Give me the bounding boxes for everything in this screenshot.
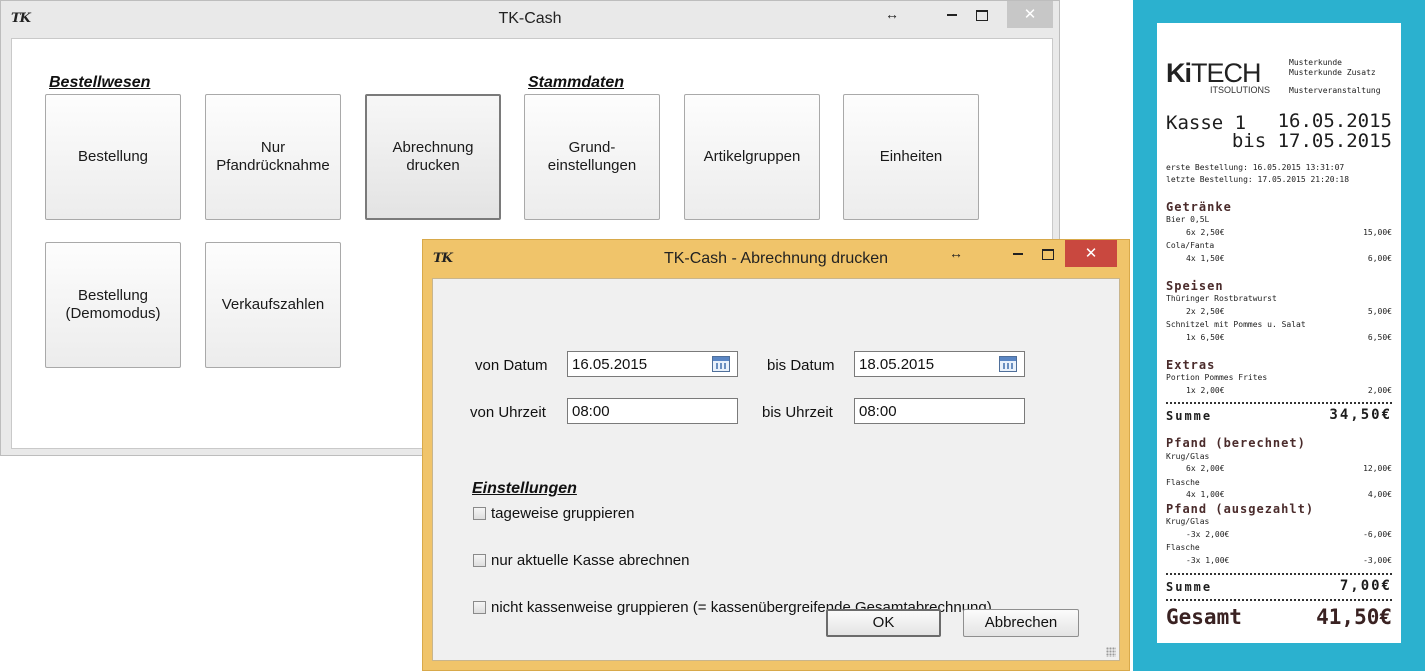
event-line: Musterveranstaltung (1289, 86, 1381, 95)
group-heading: Getränke (1166, 200, 1232, 214)
checkbox-tageweise[interactable]: tageweise gruppieren (473, 505, 634, 522)
sum-label: Summe (1166, 580, 1213, 594)
total-label: Gesamt (1166, 605, 1242, 629)
item-name: Thüringer Rostbratwurst (1166, 294, 1277, 303)
von-uhrzeit-field[interactable] (567, 398, 738, 424)
close-button[interactable]: ✕ (1007, 1, 1053, 28)
ok-button[interactable]: OK (826, 609, 941, 637)
main-titlebar[interactable]: TK TK-Cash ↔ ✕ (1, 1, 1059, 37)
customer-line-1: Musterkunde (1289, 58, 1342, 67)
dialog-client-area: von Datum bis Datum von Uhrzeit bis Uhrz… (432, 278, 1120, 661)
tile-verkaufszahlen[interactable]: Verkaufszahlen (205, 242, 341, 368)
item-name: Cola/Fanta (1166, 241, 1215, 250)
receipt-frame: KiTECH ITSOLUTIONS Musterkunde Musterkun… (1133, 0, 1425, 671)
item-name: Schnitzel mit Pommes u. Salat (1166, 320, 1306, 329)
item-amount: 6,50€ (1367, 333, 1392, 342)
tile-artikelgruppen[interactable]: Artikelgruppen (684, 94, 820, 220)
von-uhrzeit-label: von Uhrzeit (470, 404, 546, 421)
checkbox-box[interactable] (473, 507, 486, 520)
von-datum-label: von Datum (475, 357, 548, 374)
item-amount: -3,00€ (1363, 556, 1392, 565)
dialog-minimize-button[interactable] (1003, 240, 1033, 267)
bis-uhrzeit-label: bis Uhrzeit (762, 404, 833, 421)
date-from: 16.05.2015 (1277, 110, 1392, 132)
item-name: Krug/Glas (1166, 452, 1210, 461)
deposit-charged-heading: Pfand (berechnet) (1166, 436, 1306, 450)
item-amount: 12,00€ (1363, 464, 1392, 473)
dialog-resize-icon[interactable]: ↔ (941, 240, 971, 267)
von-datum-calendar-icon[interactable] (710, 354, 732, 374)
resize-grip-icon[interactable] (1106, 647, 1116, 657)
sum-amount-1: 34,50€ (1329, 407, 1392, 423)
group-heading: Speisen (1166, 279, 1224, 293)
first-order: erste Bestellung: 16.05.2015 13:31:07 (1166, 163, 1345, 172)
dialog-close-button[interactable]: ✕ (1065, 240, 1117, 267)
receipt: KiTECH ITSOLUTIONS Musterkunde Musterkun… (1157, 23, 1401, 643)
item-qty: 6x 2,00€ (1186, 464, 1225, 473)
customer-line-2: Musterkunde Zusatz (1289, 68, 1376, 77)
tile-bestellung[interactable]: Bestellung (45, 94, 181, 220)
item-amount: 5,00€ (1367, 307, 1392, 316)
item-name: Portion Pommes Frites (1166, 373, 1268, 382)
item-amount: 2,00€ (1367, 386, 1392, 395)
maximize-icon (976, 9, 988, 21)
bis-datum-label: bis Datum (767, 357, 835, 374)
tile-einheiten[interactable]: Einheiten (843, 94, 979, 220)
dialog-titlebar[interactable]: TK TK-Cash - Abrechnung drucken ↔ ✕ (423, 240, 1129, 274)
kitech-logo-sub: ITSOLUTIONS (1210, 85, 1271, 95)
item-qty: -3x 2,00€ (1186, 530, 1230, 539)
sum-amount-2: 7,00€ (1339, 578, 1392, 594)
minimize-button[interactable] (937, 1, 967, 28)
minimize-icon (947, 14, 957, 17)
item-amount: 15,00€ (1363, 228, 1392, 237)
receipt-divider (1166, 599, 1392, 601)
item-qty: 4x 1,00€ (1186, 490, 1225, 499)
checkbox-aktuelle-kasse[interactable]: nur aktuelle Kasse abrechnen (473, 552, 689, 569)
minimize-icon (1013, 253, 1023, 256)
item-qty: 4x 1,50€ (1186, 254, 1225, 263)
last-order: letzte Bestellung: 17.05.2015 21:20:18 (1166, 175, 1350, 184)
resize-icon[interactable]: ↔ (877, 1, 907, 28)
tile-grundeinstellungen[interactable]: Grund- einstellungen (524, 94, 660, 220)
section-bestellwesen: Bestellwesen (49, 74, 151, 91)
item-name: Flasche (1166, 478, 1200, 487)
checkbox-box[interactable] (473, 554, 486, 567)
item-amount: 6,00€ (1367, 254, 1392, 263)
checkbox-box[interactable] (473, 601, 486, 614)
bis-uhrzeit-field[interactable] (854, 398, 1025, 424)
deposit-paid-heading: Pfand (ausgezahlt) (1166, 502, 1315, 516)
maximize-icon (1042, 248, 1054, 260)
tile-abrechnung-drucken[interactable]: Abrechnung drucken (365, 94, 501, 220)
bis-datum-calendar-icon[interactable] (997, 354, 1019, 374)
maximize-button[interactable] (967, 1, 997, 28)
total-amount: 41,50€ (1316, 605, 1392, 629)
item-qty: -3x 1,00€ (1186, 556, 1230, 565)
item-name: Krug/Glas (1166, 517, 1210, 526)
item-amount: -6,00€ (1363, 530, 1392, 539)
cancel-button[interactable]: Abbrechen (963, 609, 1079, 637)
group-heading: Extras (1166, 358, 1216, 372)
item-qty: 1x 2,00€ (1186, 386, 1225, 395)
item-qty: 1x 6,50€ (1186, 333, 1225, 342)
item-qty: 6x 2,50€ (1186, 228, 1225, 237)
einstellungen-heading: Einstellungen (472, 480, 577, 497)
item-name: Flasche (1166, 543, 1200, 552)
item-name: Bier 0,5L (1166, 215, 1210, 224)
receipt-divider (1166, 402, 1392, 404)
dialog-maximize-button[interactable] (1033, 240, 1063, 267)
sum-label: Summe (1166, 409, 1213, 423)
receipt-divider (1166, 573, 1392, 575)
section-stammdaten: Stammdaten (528, 74, 625, 91)
abrechnung-dialog: TK TK-Cash - Abrechnung drucken ↔ ✕ von … (422, 239, 1130, 671)
item-amount: 4,00€ (1367, 490, 1392, 499)
item-qty: 2x 2,50€ (1186, 307, 1225, 316)
date-to: bis 17.05.2015 (1231, 130, 1392, 152)
tile-bestellung-demomodus[interactable]: Bestellung (Demomodus) (45, 242, 181, 368)
tile-nur-pfandruecknahme[interactable]: Nur Pfandrücknahme (205, 94, 341, 220)
